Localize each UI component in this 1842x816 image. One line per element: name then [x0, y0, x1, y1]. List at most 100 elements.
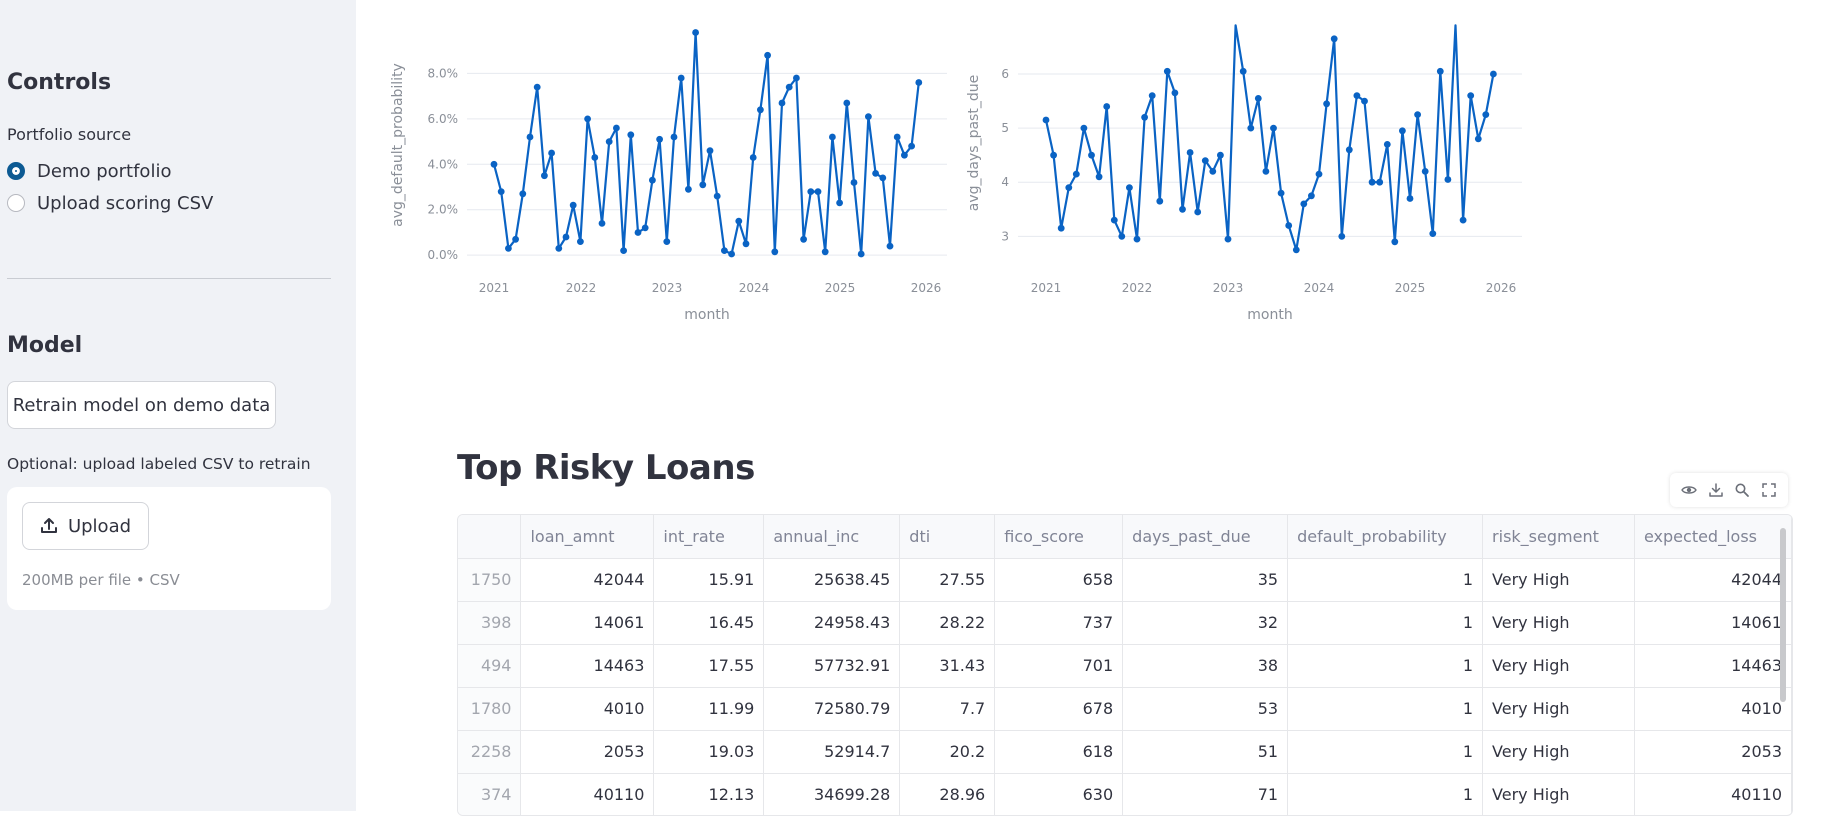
data-point — [785, 83, 793, 91]
data-point — [742, 240, 750, 248]
x-tick-label: 2023 — [652, 281, 683, 295]
row-index[interactable]: 494 — [458, 644, 522, 688]
table-cell[interactable]: 71 — [1122, 773, 1289, 815]
table-cell[interactable]: 51 — [1122, 730, 1289, 774]
table-row[interactable]: 1750 42044 15.91 25638.45 27.55 658 35 1 Very Hi… — [458, 558, 1792, 602]
table-cell[interactable]: 678 — [994, 687, 1124, 731]
table-cell[interactable]: 2053 — [520, 730, 655, 774]
table-cell[interactable]: 618 — [994, 730, 1124, 774]
table-cell[interactable]: 17.55 — [653, 644, 765, 688]
table-cell[interactable]: Very High — [1482, 773, 1635, 815]
table-cell[interactable]: 1 — [1287, 644, 1484, 688]
column-header[interactable]: expected_loss — [1634, 515, 1792, 559]
column-header[interactable]: dti — [899, 515, 996, 559]
eye-icon[interactable] — [1679, 480, 1699, 500]
table-cell[interactable]: 20.2 — [899, 730, 996, 774]
table-cell[interactable]: Very High — [1482, 644, 1635, 688]
row-index[interactable]: 374 — [458, 773, 522, 815]
table-cell[interactable]: 38 — [1122, 644, 1289, 688]
data-point — [1194, 208, 1202, 216]
table-cell[interactable]: 1 — [1287, 773, 1484, 815]
table-cell[interactable]: 14061 — [520, 601, 655, 645]
row-index[interactable]: 1780 — [458, 687, 522, 731]
table-cell[interactable]: 53 — [1122, 687, 1289, 731]
table-row[interactable]: 494 14463 17.55 57732.91 31.43 701 38 1 Very Hig… — [458, 644, 1792, 688]
table-cell[interactable]: 14463 — [1634, 644, 1792, 688]
data-point — [1490, 70, 1497, 78]
table-cell[interactable]: 34699.28 — [763, 773, 901, 815]
table-cell[interactable]: 4010 — [1634, 687, 1792, 731]
row-index[interactable]: 2258 — [458, 730, 522, 774]
x-tick-label: 2026 — [911, 281, 942, 295]
table-cell[interactable]: 1 — [1287, 730, 1484, 774]
data-point — [1277, 189, 1285, 197]
table-cell[interactable]: 14463 — [520, 644, 655, 688]
column-header[interactable]: int_rate — [653, 515, 765, 559]
table-cell[interactable]: 52914.7 — [763, 730, 901, 774]
table-cell[interactable]: 630 — [994, 773, 1124, 815]
data-point — [584, 115, 591, 123]
data-point — [1300, 200, 1308, 208]
column-header[interactable]: loan_amnt — [520, 515, 655, 559]
table-cell[interactable]: 15.91 — [653, 558, 765, 602]
column-header[interactable]: annual_inc — [763, 515, 901, 559]
table-cell[interactable]: 25638.45 — [763, 558, 901, 602]
table-cell[interactable]: 2053 — [1634, 730, 1792, 774]
table-row[interactable]: 398 14061 16.45 24958.43 28.22 737 32 1 Very Hig… — [458, 601, 1792, 645]
table-cell[interactable]: Very High — [1482, 558, 1635, 602]
column-header[interactable]: days_past_due — [1122, 515, 1289, 559]
table-cell[interactable]: 28.96 — [899, 773, 996, 815]
table-cell[interactable]: 11.99 — [653, 687, 765, 731]
table-cell[interactable]: 35 — [1122, 558, 1289, 602]
table-cell[interactable]: 701 — [994, 644, 1124, 688]
table-cell[interactable]: 658 — [994, 558, 1124, 602]
row-index[interactable]: 1750 — [458, 558, 522, 602]
row-index[interactable]: 398 — [458, 601, 522, 645]
data-point — [1133, 235, 1141, 243]
table-cell[interactable]: 32 — [1122, 601, 1289, 645]
table-cell[interactable]: Very High — [1482, 730, 1635, 774]
table-row[interactable]: 374 40110 12.13 34699.28 28.96 630 71 1 Very Hig… — [458, 773, 1792, 815]
y-axis-title: avg_default_probability — [390, 63, 406, 227]
data-point — [721, 247, 728, 255]
table-cell[interactable]: 16.45 — [653, 601, 765, 645]
table-cell[interactable]: 1 — [1287, 558, 1484, 602]
table-cell[interactable]: 42044 — [520, 558, 655, 602]
table-cell[interactable]: 31.43 — [899, 644, 996, 688]
data-point — [1330, 35, 1338, 43]
table-cell[interactable]: 57732.91 — [763, 644, 901, 688]
table-cell[interactable]: 19.03 — [653, 730, 765, 774]
top-risky-loans-heading: Top Risky Loans — [457, 448, 755, 488]
column-header[interactable]: fico_score — [994, 515, 1124, 559]
download-icon[interactable] — [1706, 480, 1726, 500]
column-header[interactable]: risk_segment — [1482, 515, 1635, 559]
table-cell[interactable]: 42044 — [1634, 558, 1792, 602]
fullscreen-icon[interactable] — [1759, 480, 1779, 500]
table-cell[interactable]: 28.22 — [899, 601, 996, 645]
table-cell[interactable]: 40110 — [520, 773, 655, 815]
data-point — [778, 99, 786, 107]
data-point — [757, 106, 764, 114]
table-cell[interactable]: 14061 — [1634, 601, 1792, 645]
table-row[interactable]: 2258 2053 19.03 52914.7 20.2 618 51 1 Very High 2… — [458, 730, 1792, 774]
table-cell[interactable]: 1 — [1287, 687, 1484, 731]
table-cell[interactable]: 4010 — [520, 687, 655, 731]
table-cell[interactable]: 737 — [994, 601, 1124, 645]
table-cell[interactable]: 1 — [1287, 601, 1484, 645]
data-point — [605, 138, 613, 146]
table-cell[interactable]: 12.13 — [653, 773, 765, 815]
column-header[interactable]: default_probability — [1287, 515, 1484, 559]
table-cell[interactable]: Very High — [1482, 687, 1635, 731]
table-cell[interactable]: 24958.43 — [763, 601, 901, 645]
data-point — [1042, 116, 1050, 124]
table-cell[interactable]: 72580.79 — [763, 687, 901, 731]
table-cell[interactable]: 7.7 — [899, 687, 996, 731]
table-scrollbar[interactable] — [1780, 528, 1786, 702]
upload-button[interactable]: Upload — [22, 502, 149, 550]
table-cell[interactable]: 40110 — [1634, 773, 1792, 815]
table-row[interactable]: 1780 4010 11.99 72580.79 7.7 678 53 1 Very High 4… — [458, 687, 1792, 731]
table-cell[interactable]: 27.55 — [899, 558, 996, 602]
table-cell[interactable]: Very High — [1482, 601, 1635, 645]
data-point — [865, 113, 872, 120]
search-icon[interactable] — [1732, 480, 1752, 500]
